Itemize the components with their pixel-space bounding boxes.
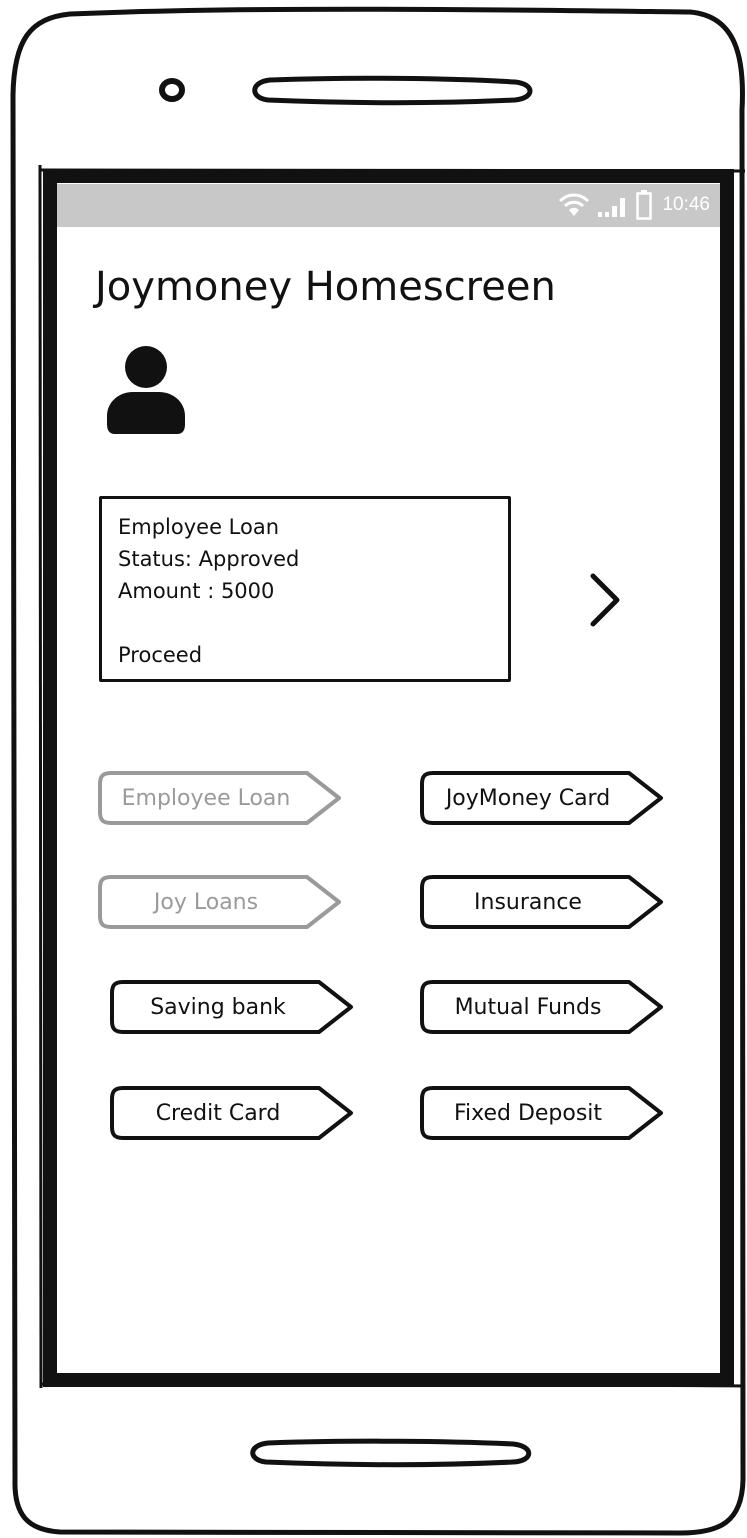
- page-title: Joymoney Homescreen: [95, 264, 556, 310]
- button-label: JoyMoney Card: [445, 785, 611, 811]
- status-bar: 10:46: [57, 184, 720, 227]
- loan-status: Status: Approved: [118, 547, 300, 571]
- loan-status-card[interactable]: Employee Loan Status: Approved Amount : …: [99, 496, 511, 682]
- button-label: Insurance: [474, 889, 582, 915]
- phone-mockup: 10:46 Joymoney Homescreen Employee Loan …: [0, 0, 747, 1538]
- loan-type: Employee Loan: [118, 515, 280, 539]
- status-icons: 10:46: [558, 190, 710, 220]
- proceed-link[interactable]: Proceed: [118, 639, 492, 671]
- loan-amount: Amount : 5000: [118, 579, 275, 603]
- chevron-right-icon[interactable]: [587, 572, 623, 628]
- battery-icon: [636, 190, 653, 220]
- user-avatar-icon[interactable]: [107, 344, 185, 434]
- button-label: Employee Loan: [121, 785, 291, 811]
- button-label: Credit Card: [155, 1100, 281, 1126]
- saving-bank-button[interactable]: Saving bank: [109, 979, 357, 1035]
- fixed-deposit-button[interactable]: Fixed Deposit: [419, 1085, 667, 1141]
- signal-icon: [598, 198, 626, 217]
- status-time: 10:46: [662, 194, 710, 215]
- wifi-icon: [559, 193, 590, 216]
- insurance-button[interactable]: Insurance: [419, 874, 667, 930]
- credit-card-button[interactable]: Credit Card: [109, 1085, 357, 1141]
- button-label: Joy Loans: [153, 889, 259, 915]
- phone-screen: 10:46 Joymoney Homescreen Employee Loan …: [57, 184, 720, 1372]
- joymoney-card-button[interactable]: JoyMoney Card: [419, 770, 667, 826]
- button-label: Saving bank: [150, 994, 286, 1020]
- button-label: Mutual Funds: [454, 994, 602, 1020]
- joy-loans-button[interactable]: Joy Loans: [97, 874, 345, 930]
- employee-loan-button[interactable]: Employee Loan: [97, 770, 345, 826]
- button-label: Fixed Deposit: [453, 1100, 603, 1126]
- mutual-funds-button[interactable]: Mutual Funds: [419, 979, 667, 1035]
